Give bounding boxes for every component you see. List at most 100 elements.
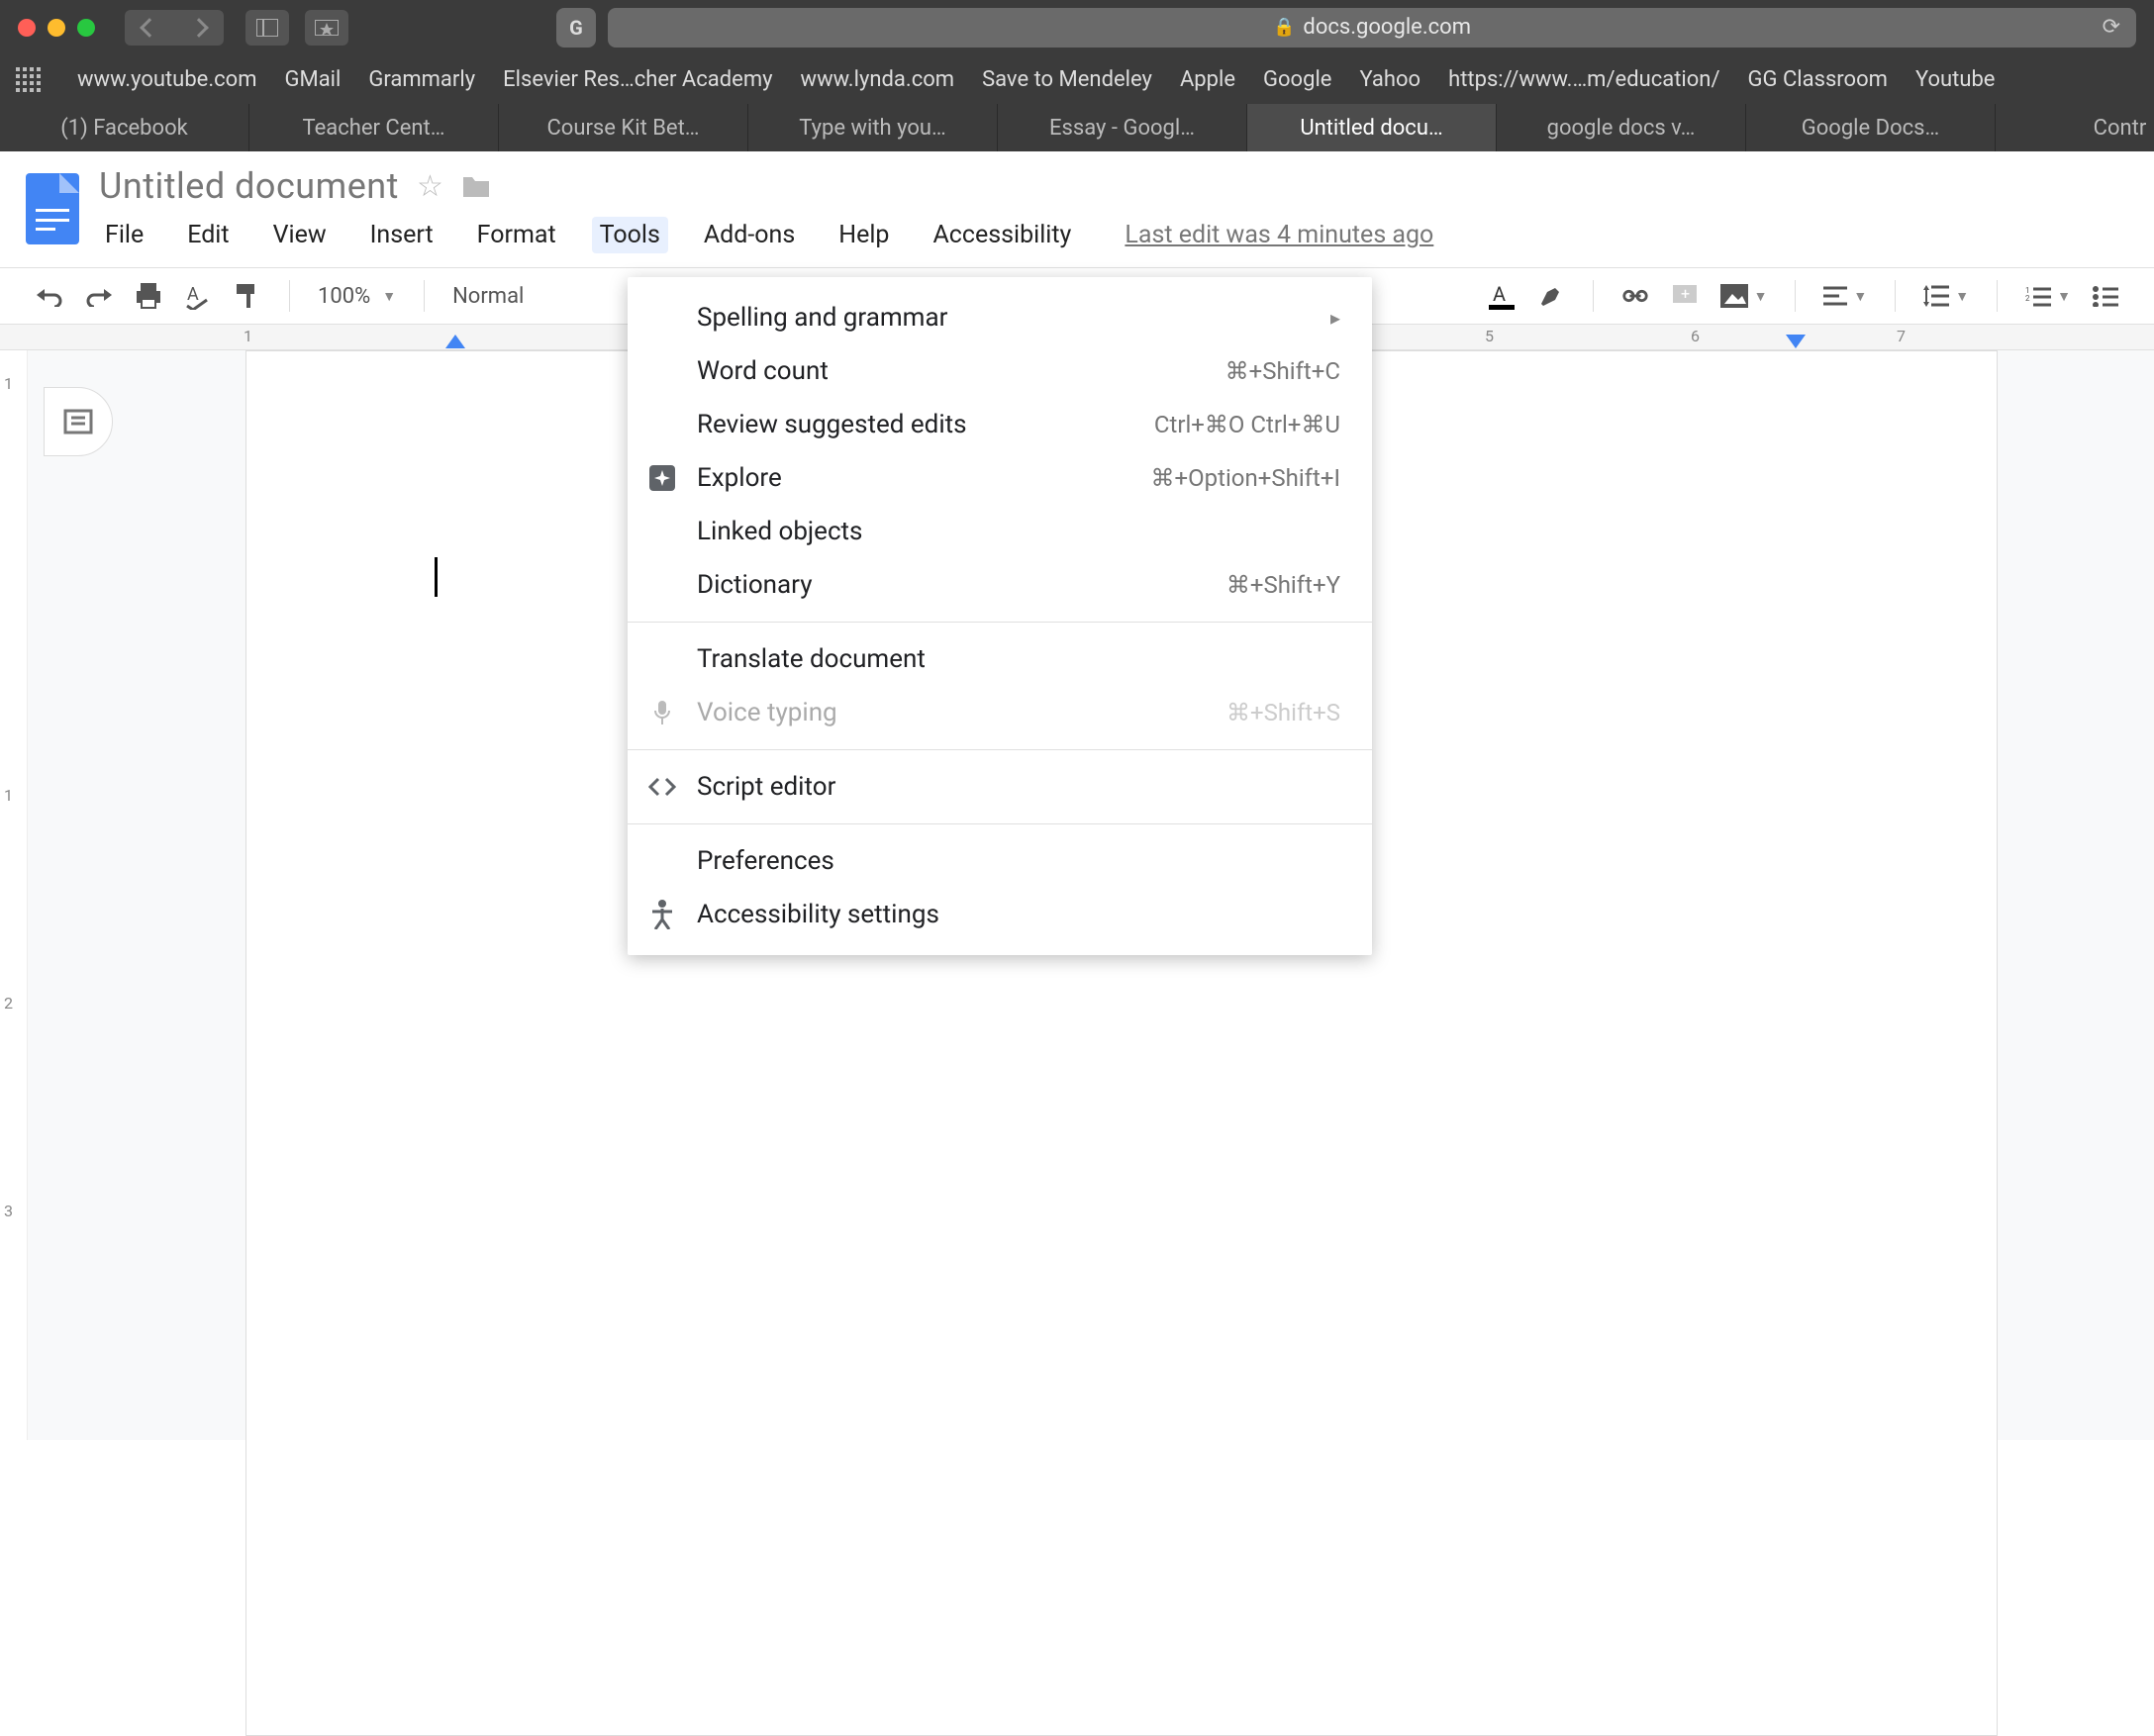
menu-addons[interactable]: Add-ons	[696, 217, 803, 253]
spellcheck-button[interactable]: A	[184, 282, 212, 310]
apps-icon[interactable]	[16, 67, 40, 91]
top-sites-button[interactable]	[305, 10, 348, 46]
menu-item-linked-objects[interactable]: Linked objects	[628, 505, 1372, 558]
bookmark-item[interactable]: Yahoo	[1359, 67, 1420, 92]
bookmark-item[interactable]: https://www.…m/education/	[1448, 67, 1719, 92]
window-controls	[18, 19, 95, 37]
indent-marker-right[interactable]	[1786, 335, 1806, 348]
outline-toggle-button[interactable]	[44, 387, 113, 456]
menu-item-dictionary[interactable]: Dictionary ⌘+Shift+Y	[628, 558, 1372, 612]
move-folder-icon[interactable]	[461, 173, 491, 199]
menu-item-explore[interactable]: Explore ⌘+Option+Shift+I	[628, 451, 1372, 505]
menu-item-word-count[interactable]: Word count ⌘+Shift+C	[628, 344, 1372, 398]
forward-button[interactable]	[174, 10, 224, 46]
menu-item-label: Preferences	[697, 846, 834, 876]
line-spacing-button[interactable]: ▼	[1923, 285, 1969, 307]
bookmark-item[interactable]: Google	[1263, 67, 1331, 92]
back-button[interactable]	[125, 10, 174, 46]
chevron-down-icon: ▼	[1955, 288, 1969, 305]
style-value: Normal	[452, 284, 524, 309]
bookmark-item[interactable]: Youtube	[1915, 67, 1996, 92]
menu-item-spelling-grammar[interactable]: Spelling and grammar ▸	[628, 291, 1372, 344]
menu-item-label: Spelling and grammar	[697, 303, 947, 333]
browser-tab[interactable]: (1) Facebook	[0, 104, 249, 151]
menu-item-script-editor[interactable]: Script editor	[628, 760, 1372, 814]
ruler-number: 5	[1485, 327, 1494, 345]
vruler-number: 1	[4, 374, 13, 393]
address-bar[interactable]: 🔒 docs.google.com ⟳	[608, 8, 2136, 48]
insert-link-button[interactable]	[1621, 282, 1649, 310]
menu-accessibility[interactable]: Accessibility	[925, 217, 1079, 253]
browser-tab-active[interactable]: Untitled docu…	[1247, 104, 1497, 151]
svg-text:+: +	[1681, 284, 1690, 303]
text-cursor	[435, 557, 438, 597]
insert-image-button[interactable]: ▼	[1720, 284, 1768, 308]
menu-item-review-suggested-edits[interactable]: Review suggested edits Ctrl+⌘O Ctrl+⌘U	[628, 398, 1372, 451]
reload-button[interactable]: ⟳	[2103, 15, 2120, 40]
bookmark-item[interactable]: Grammarly	[368, 67, 475, 92]
bookmark-item[interactable]: GG Classroom	[1748, 67, 1888, 92]
minimize-window-button[interactable]	[48, 19, 65, 37]
menu-edit[interactable]: Edit	[179, 217, 237, 253]
numbered-list-button[interactable]: 12 ▼	[2025, 285, 2071, 307]
menu-item-label: Accessibility settings	[697, 900, 939, 929]
zoom-select[interactable]: 100% ▼	[318, 284, 396, 309]
browser-tab[interactable]: Contr	[1996, 104, 2154, 151]
accessibility-icon	[647, 900, 677, 929]
menu-view[interactable]: View	[265, 217, 335, 253]
document-title-input[interactable]: Untitled document	[99, 165, 399, 207]
last-edit-link[interactable]: Last edit was 4 minutes ago	[1125, 221, 1433, 249]
align-button[interactable]: ▼	[1823, 286, 1867, 306]
bookmark-item[interactable]: GMail	[285, 67, 342, 92]
highlight-button[interactable]	[1537, 282, 1565, 310]
paragraph-style-select[interactable]: Normal	[452, 284, 524, 309]
keyboard-shortcut: ⌘+Shift+C	[1225, 357, 1340, 385]
browser-tab[interactable]: Essay - Googl…	[998, 104, 1247, 151]
insert-comment-button[interactable]: +	[1671, 282, 1699, 310]
redo-button[interactable]	[85, 282, 113, 310]
url-text: docs.google.com	[1303, 15, 1471, 40]
browser-tab[interactable]: Course Kit Bet…	[499, 104, 748, 151]
menu-separator	[628, 749, 1372, 750]
bookmark-item[interactable]: Elsevier Res…cher Academy	[503, 67, 772, 92]
paint-format-button[interactable]	[234, 282, 261, 310]
menu-format[interactable]: Format	[469, 217, 564, 253]
menu-insert[interactable]: Insert	[362, 217, 441, 253]
star-icon[interactable]: ☆	[417, 169, 443, 204]
browser-tab[interactable]: google docs v…	[1497, 104, 1746, 151]
indent-marker-left[interactable]	[445, 335, 465, 348]
print-button[interactable]	[135, 282, 162, 310]
menu-item-translate-document[interactable]: Translate document	[628, 632, 1372, 686]
menu-bar: File Edit View Insert Format Tools Add-o…	[97, 217, 1433, 253]
menu-item-accessibility-settings[interactable]: Accessibility settings	[628, 888, 1372, 941]
grammarly-extension-icon[interactable]: G	[556, 8, 596, 48]
menu-file[interactable]: File	[97, 217, 151, 253]
bookmark-item[interactable]: www.youtube.com	[77, 67, 257, 92]
docs-logo-icon[interactable]	[26, 173, 79, 244]
tools-dropdown-menu: Spelling and grammar ▸ Word count ⌘+Shif…	[628, 277, 1372, 955]
browser-tab[interactable]: Type with you…	[748, 104, 998, 151]
text-color-button[interactable]: A	[1488, 282, 1516, 310]
bookmark-item[interactable]: Apple	[1180, 67, 1235, 92]
browser-tab[interactable]: Google Docs…	[1746, 104, 1996, 151]
explore-icon	[647, 463, 677, 493]
ruler-number: 6	[1691, 327, 1700, 345]
menu-item-label: Dictionary	[697, 570, 813, 600]
bulleted-list-button[interactable]	[2093, 285, 2118, 307]
menu-help[interactable]: Help	[831, 217, 897, 253]
sidebar-toggle-button[interactable]	[245, 10, 289, 46]
maximize-window-button[interactable]	[77, 19, 95, 37]
keyboard-shortcut: ⌘+Shift+S	[1226, 699, 1340, 726]
keyboard-shortcut: Ctrl+⌘O Ctrl+⌘U	[1154, 411, 1340, 438]
undo-button[interactable]	[36, 282, 63, 310]
close-window-button[interactable]	[18, 19, 36, 37]
menu-separator	[628, 823, 1372, 824]
bookmark-item[interactable]: www.lynda.com	[801, 67, 955, 92]
code-icon	[647, 772, 677, 802]
vruler-number: 3	[4, 1202, 13, 1220]
menu-tools[interactable]: Tools	[592, 217, 668, 253]
browser-tab[interactable]: Teacher Cent…	[249, 104, 499, 151]
bookmark-item[interactable]: Save to Mendeley	[982, 67, 1152, 92]
vertical-ruler[interactable]: 1 1 2 3	[0, 350, 28, 1440]
menu-item-preferences[interactable]: Preferences	[628, 834, 1372, 888]
